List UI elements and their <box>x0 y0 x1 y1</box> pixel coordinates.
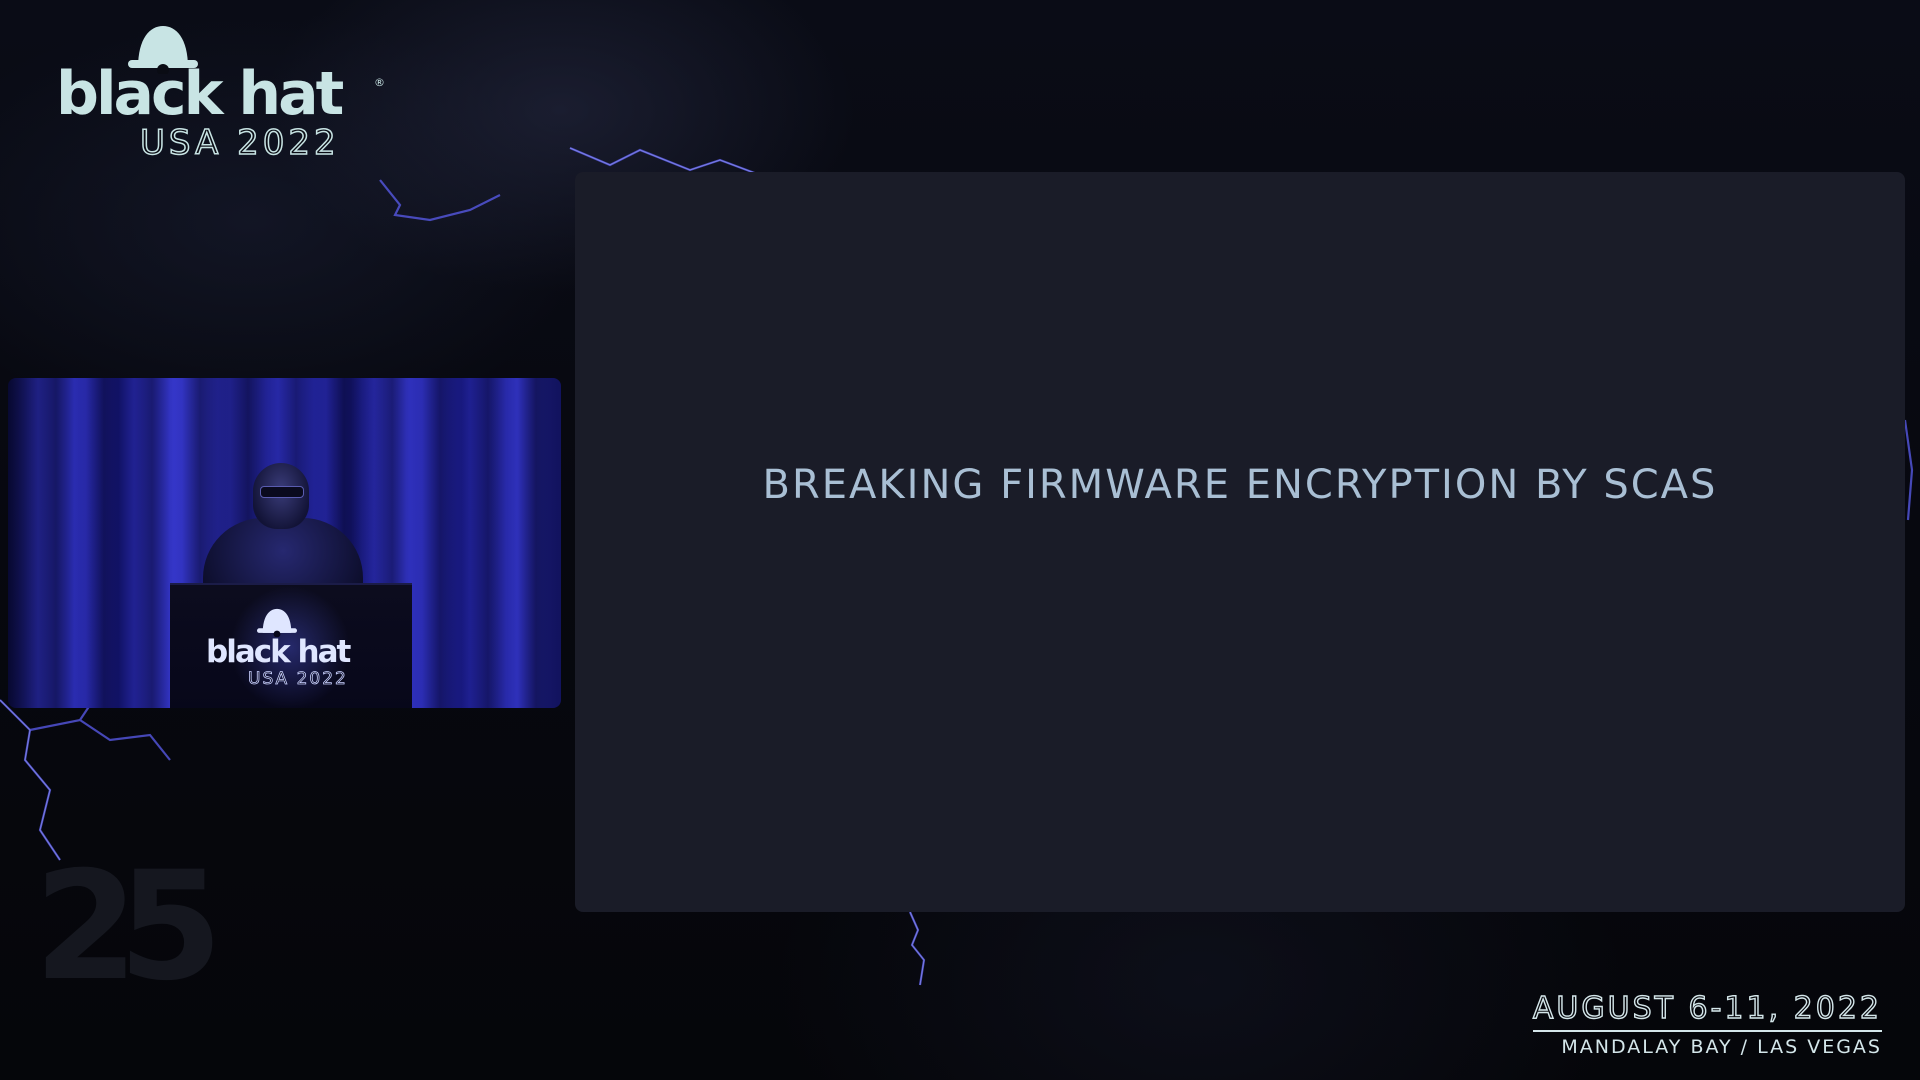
registered-mark: ® <box>374 76 385 89</box>
podium-hat-icon <box>257 608 297 637</box>
podium-logo-wordmark: black hat <box>206 634 351 670</box>
conference-stage: black hat ® USA 2022 black hat USA 2022 … <box>0 0 1920 1080</box>
speaker-glasses <box>260 486 304 498</box>
podium: black hat USA 2022 <box>170 583 412 708</box>
black-hat-logo: black hat ® USA 2022 <box>56 24 396 164</box>
logo-wordmark: black hat <box>56 59 344 129</box>
slide-title: BREAKING FIRMWARE ENCRYPTION BY SCAS <box>762 462 1718 508</box>
event-venue: MANDALAY BAY / LAS VEGAS <box>1561 1036 1882 1058</box>
logo-subtitle: USA 2022 <box>139 123 340 163</box>
speaker-video: black hat USA 2022 <box>8 378 561 708</box>
presentation-slide: BREAKING FIRMWARE ENCRYPTION BY SCAS <box>575 172 1905 912</box>
event-dates: AUGUST 6-11, 2022 <box>1532 993 1882 1032</box>
podium-logo-subtitle: USA 2022 <box>248 669 348 689</box>
event-info: AUGUST 6-11, 2022 MANDALAY BAY / LAS VEG… <box>1532 993 1882 1058</box>
anniversary-watermark: 25 <box>34 840 223 1014</box>
